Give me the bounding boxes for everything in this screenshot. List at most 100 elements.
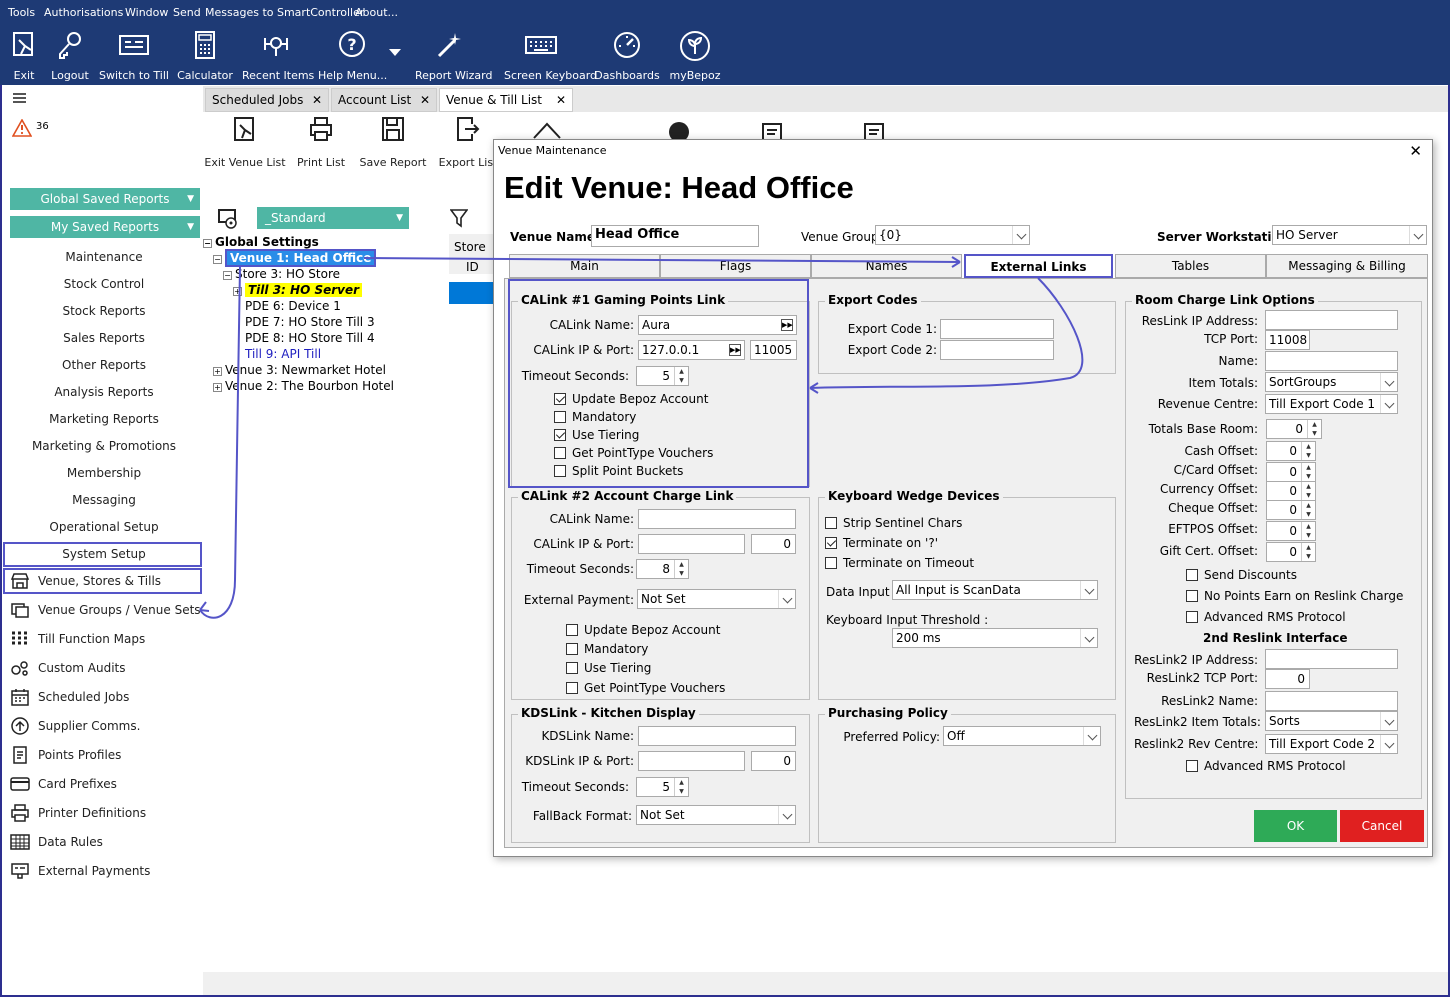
help-dropdown-icon[interactable] bbox=[389, 49, 401, 56]
tree-node-till-3[interactable]: + Till 3: HO Server bbox=[233, 282, 363, 298]
report-edit-icon[interactable] bbox=[863, 120, 891, 140]
offset-spinner-eftpos[interactable]: 0 ▲ ▼ bbox=[1266, 521, 1316, 541]
mybepoz-button[interactable]: myBepoz bbox=[669, 30, 721, 82]
ok-button[interactable]: OK bbox=[1254, 810, 1337, 842]
nav-printer-definitions[interactable]: Printer Definitions bbox=[6, 800, 202, 826]
selected-grid-row[interactable] bbox=[449, 282, 494, 304]
nav-external-payments[interactable]: External Payments bbox=[6, 858, 202, 884]
kds-name-field[interactable] bbox=[638, 726, 796, 746]
offset-spinner-currency[interactable]: 0 ▲ ▼ bbox=[1266, 481, 1316, 501]
dashboards-button[interactable]: Dashboards bbox=[594, 30, 660, 82]
terminate-timeout-checkbox[interactable]: Terminate on Timeout bbox=[825, 556, 974, 570]
close-icon[interactable]: ✕ bbox=[420, 89, 430, 111]
menu-tools[interactable]: Tools bbox=[8, 6, 35, 19]
revenue-centre-dropdown[interactable]: Till Export Code 1 bbox=[1265, 394, 1398, 414]
preferred-policy-dropdown[interactable]: Off bbox=[943, 726, 1101, 746]
menu-window[interactable]: Window bbox=[125, 6, 168, 19]
exit-venue-list-button[interactable]: Exit Venue List bbox=[204, 116, 286, 169]
view-settings-icon[interactable] bbox=[217, 208, 239, 230]
tab-tables[interactable]: Tables bbox=[1115, 254, 1266, 278]
tree-node-store-3[interactable]: − Store 3: HO Store bbox=[223, 266, 340, 282]
spinner-arrows-icon[interactable]: ▲ ▼ bbox=[1301, 482, 1315, 500]
menu-messaging[interactable]: Messaging bbox=[6, 489, 202, 511]
filter-icon[interactable] bbox=[450, 208, 468, 228]
tree-node-pde-6[interactable]: PDE 6: Device 1 bbox=[245, 298, 341, 314]
nav-till-function-maps[interactable]: Till Function Maps bbox=[6, 626, 202, 652]
spinner-arrows-icon[interactable]: ▲ ▼ bbox=[1301, 501, 1315, 519]
menu-analysis-reports[interactable]: Analysis Reports bbox=[6, 381, 202, 403]
venue-group-dropdown[interactable]: {0} bbox=[875, 225, 1030, 245]
print-list-button[interactable]: Print List bbox=[297, 116, 345, 169]
kds-timeout-spinner[interactable]: 5 ▲ ▼ bbox=[636, 777, 689, 797]
nav-card-prefixes[interactable]: Card Prefixes bbox=[6, 771, 202, 797]
no-points-earn-checkbox[interactable]: No Points Earn on Reslink Charge bbox=[1186, 589, 1403, 603]
tree-node-pde-8[interactable]: PDE 8: HO Store Till 4 bbox=[245, 330, 375, 346]
kds-ip-field[interactable] bbox=[638, 751, 745, 771]
close-icon[interactable]: ✕ bbox=[1409, 142, 1422, 160]
calculator-button[interactable]: Calculator bbox=[177, 30, 233, 82]
totals-base-room-spinner[interactable]: 0 ▲ ▼ bbox=[1266, 419, 1322, 439]
export-code1-field[interactable] bbox=[940, 319, 1054, 339]
advanced-rms-checkbox[interactable]: Advanced RMS Protocol bbox=[1186, 610, 1346, 624]
item-totals-dropdown[interactable]: SortGroups bbox=[1265, 372, 1398, 392]
calink2-vouchers-checkbox[interactable]: Get PointType Vouchers bbox=[566, 681, 725, 695]
terminate-question-checkbox[interactable]: Terminate on '?' bbox=[825, 536, 938, 550]
tab-venue-till-list[interactable]: Venue & Till List ✕ bbox=[439, 88, 573, 112]
menu-other-reports[interactable]: Other Reports bbox=[6, 354, 202, 376]
spinner-arrows-icon[interactable]: ▲ ▼ bbox=[1301, 543, 1315, 561]
nav-points-profiles[interactable]: Points Profiles bbox=[6, 742, 202, 768]
menu-sales-reports[interactable]: Sales Reports bbox=[6, 327, 202, 349]
calink2-port-field[interactable]: 0 bbox=[751, 534, 796, 554]
calink2-timeout-spinner[interactable]: 8 ▲ ▼ bbox=[636, 559, 689, 579]
offset-spinner-giftcert[interactable]: 0 ▲ ▼ bbox=[1266, 542, 1316, 562]
logout-button[interactable]: Logout bbox=[51, 30, 89, 82]
reslink2-ip-field[interactable] bbox=[1265, 649, 1398, 669]
calink2-use-tiering-checkbox[interactable]: Use Tiering bbox=[566, 661, 651, 675]
tab-main[interactable]: Main bbox=[509, 254, 660, 278]
menu-marketing-reports[interactable]: Marketing Reports bbox=[6, 408, 202, 430]
server-workstation-dropdown[interactable]: HO Server bbox=[1272, 225, 1427, 245]
reslink2-tcp-field[interactable]: 0 bbox=[1265, 669, 1310, 689]
nav-data-rules[interactable]: Data Rules bbox=[6, 829, 202, 855]
tree-node-till-9[interactable]: Till 9: API Till bbox=[245, 346, 321, 362]
spinner-arrows-icon[interactable]: ▲ ▼ bbox=[1301, 522, 1315, 540]
menu-about[interactable]: About... bbox=[355, 6, 398, 19]
layout-dropdown[interactable]: _Standard ▼ bbox=[257, 207, 409, 229]
reslink-name-field[interactable] bbox=[1265, 351, 1398, 371]
store-column-header[interactable]: Store bbox=[454, 240, 486, 254]
tab-names[interactable]: Names bbox=[811, 254, 962, 278]
my-saved-reports-dropdown[interactable]: My Saved Reports ▼ bbox=[10, 216, 200, 238]
reslink2-rev-dropdown[interactable]: Till Export Code 2 bbox=[1265, 734, 1398, 754]
close-icon[interactable]: ✕ bbox=[556, 89, 566, 111]
calink2-ip-field[interactable] bbox=[638, 534, 745, 554]
report-wizard-button[interactable]: Report Wizard bbox=[415, 30, 492, 82]
spinner-arrows-icon[interactable]: ▲ ▼ bbox=[1307, 420, 1321, 438]
menu-operational-setup[interactable]: Operational Setup bbox=[6, 516, 202, 538]
tree-node-venue-1[interactable]: − Venue 1: Head Office bbox=[213, 249, 377, 267]
spinner-arrows-icon[interactable]: ▲ ▼ bbox=[1301, 442, 1315, 460]
spinner-arrows-icon[interactable]: ▲ ▼ bbox=[674, 560, 688, 578]
menu-stock-reports[interactable]: Stock Reports bbox=[6, 300, 202, 322]
nav-supplier-comms[interactable]: Supplier Comms. bbox=[6, 713, 202, 739]
reslink2-advanced-rms-checkbox[interactable]: Advanced RMS Protocol bbox=[1186, 759, 1346, 773]
reslink-ip-field[interactable] bbox=[1265, 310, 1398, 330]
nav-scheduled-jobs[interactable]: Scheduled Jobs bbox=[6, 684, 202, 710]
tab-account-list[interactable]: Account List ✕ bbox=[331, 88, 437, 112]
tree-node-pde-7[interactable]: PDE 7: HO Store Till 3 bbox=[245, 314, 375, 330]
up-arrow-icon[interactable] bbox=[532, 120, 562, 140]
spinner-arrows-icon[interactable]: ▲ ▼ bbox=[674, 778, 688, 796]
report-icon[interactable] bbox=[761, 120, 789, 140]
export-code2-field[interactable] bbox=[940, 340, 1054, 360]
spinner-arrows-icon[interactable]: ▲ ▼ bbox=[1301, 463, 1315, 481]
menu-send[interactable]: Send bbox=[173, 6, 201, 19]
venue-name-field[interactable]: Head Office bbox=[591, 225, 759, 247]
tab-messaging-billing[interactable]: Messaging & Billing bbox=[1266, 254, 1428, 278]
kds-fallback-dropdown[interactable]: Not Set bbox=[636, 805, 796, 825]
cancel-button[interactable]: Cancel bbox=[1340, 810, 1424, 842]
threshold-dropdown[interactable]: 200 ms bbox=[892, 628, 1098, 648]
menu-authorisations[interactable]: Authorisations bbox=[44, 6, 123, 19]
nav-venue-groups[interactable]: Venue Groups / Venue Sets bbox=[6, 597, 202, 623]
tab-external-links[interactable]: External Links bbox=[964, 254, 1113, 278]
send-discounts-checkbox[interactable]: Send Discounts bbox=[1186, 568, 1297, 582]
tree-node-venue-2[interactable]: + Venue 2: The Bourbon Hotel bbox=[213, 378, 394, 394]
